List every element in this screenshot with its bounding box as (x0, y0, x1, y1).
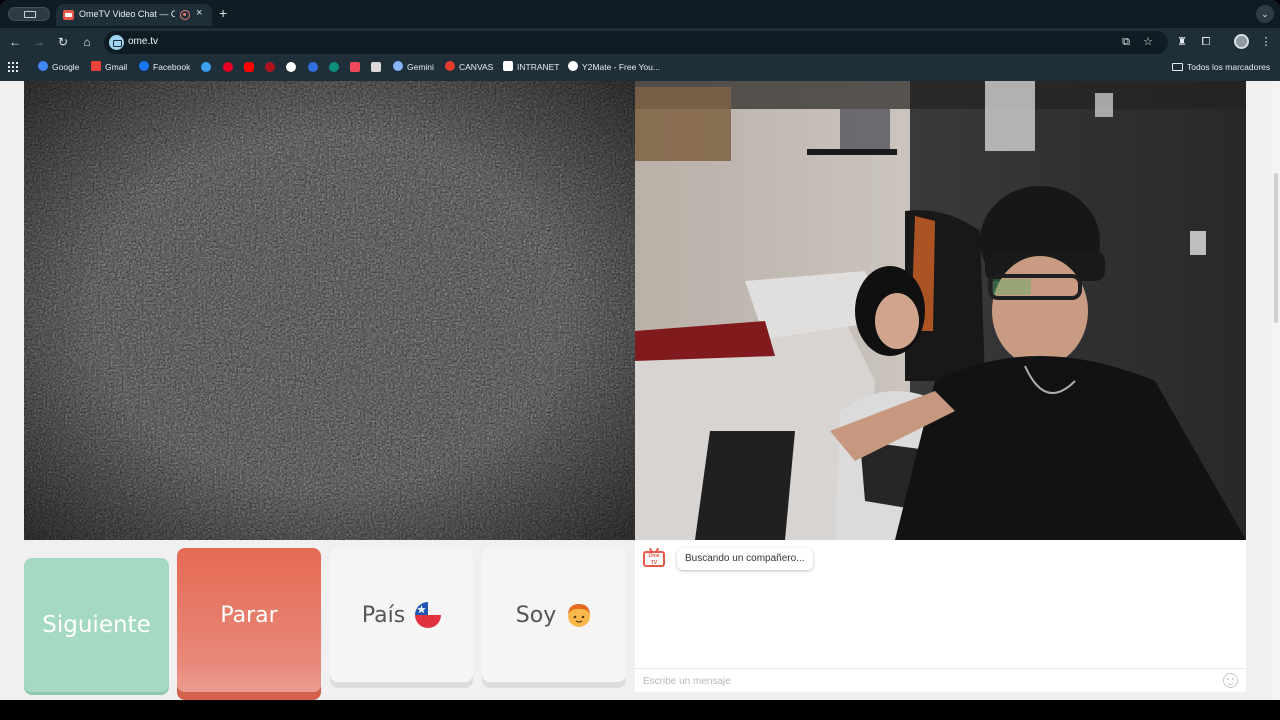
next-button[interactable]: Siguiente (24, 558, 169, 692)
profile-avatar[interactable] (1234, 34, 1249, 49)
bookmark-icon-pink[interactable] (350, 62, 360, 72)
extension-icon[interactable]: ♜ (1176, 36, 1188, 48)
country-filter-button[interactable]: País (330, 548, 473, 682)
emoji-icon[interactable] (1223, 673, 1238, 688)
gender-filter-button[interactable]: Soy (482, 548, 626, 682)
back-arrow-icon[interactable]: ← (8, 35, 22, 49)
partner-video (635, 81, 1246, 540)
ometv-logo-icon: Ome TV (643, 547, 665, 567)
tab-title: OmeTV Video Chat — Ome (79, 9, 175, 19)
bookmark-label: Facebook (153, 62, 191, 72)
bookmark-icon-blue[interactable] (201, 62, 211, 72)
ometv-page: Siguiente Parar País Soy Ome TV Buscando… (0, 81, 1280, 700)
bookmark-facebook[interactable]: Facebook (139, 61, 190, 74)
bookmark-icon-white[interactable] (286, 62, 296, 72)
chat-status-message: Buscando un compañero... (677, 548, 813, 570)
url-text[interactable]: ome.tv (128, 36, 158, 47)
bookmarks-bar: Google Gmail Facebook Gemini CANVAS INTR… (0, 57, 1280, 78)
forward-arrow-icon[interactable]: → (32, 35, 46, 49)
bookmark-icon-green[interactable] (329, 62, 339, 72)
all-bookmarks-button[interactable]: Todos los marcadores (1172, 61, 1270, 74)
gender-label: Soy (515, 602, 557, 628)
install-app-icon[interactable]: ⧉ (1120, 36, 1132, 48)
bookmark-icon-red[interactable] (265, 62, 275, 72)
browser-toolbar: ← → ↻ ⌂ ome.tv ⧉ ☆ ♜ ⧠ ⋮ (0, 28, 1280, 57)
logo-text-top: Ome (648, 553, 660, 559)
bookmark-label: Y2Mate - Free You... (582, 62, 660, 72)
chat-panel: Ome TV Buscando un compañero... (635, 540, 1246, 692)
site-info-icon[interactable] (109, 35, 124, 50)
bookmark-label: Gemini (407, 62, 434, 72)
extensions-puzzle-icon[interactable]: ⧠ (1200, 36, 1212, 48)
page-scrollbar[interactable] (1272, 81, 1280, 700)
apps-grid-icon[interactable] (8, 62, 18, 72)
partner-video-scene (635, 81, 1246, 540)
bookmark-gmail[interactable]: Gmail (91, 61, 127, 74)
static-noise (24, 81, 635, 540)
bookmark-gemini[interactable]: Gemini (393, 61, 434, 74)
tab-strip: OmeTV Video Chat — Ome × + ⌄ (0, 0, 1280, 28)
bookmark-label: Google (52, 62, 80, 72)
bookmark-google[interactable]: Google (38, 61, 79, 74)
more-menu-icon[interactable]: ⋮ (1260, 36, 1272, 48)
bookmark-star-icon[interactable]: ☆ (1142, 36, 1154, 48)
intranet-icon (503, 61, 513, 71)
bookmark-label: Gmail (105, 62, 128, 72)
canvas-icon (445, 61, 455, 71)
logo-text-bottom: TV (650, 559, 658, 566)
gmail-icon (91, 61, 101, 71)
bookmark-canvas[interactable]: CANVAS (445, 61, 493, 74)
reload-icon[interactable]: ↻ (56, 35, 70, 49)
youtube-icon[interactable] (244, 62, 254, 72)
scrollbar-thumb[interactable] (1274, 173, 1278, 323)
y2mate-icon (568, 61, 578, 71)
chat-input-row (635, 668, 1246, 692)
tab-overview-button[interactable] (8, 7, 50, 21)
window-bottom-edge (0, 700, 1280, 720)
tab-search-button[interactable]: ⌄ (1256, 5, 1274, 23)
chile-flag-icon (415, 602, 442, 628)
recording-icon (180, 10, 190, 20)
all-bookmarks-label: Todos los marcadores (1187, 62, 1271, 72)
bookmark-icon-play[interactable] (308, 62, 318, 72)
address-bar[interactable]: ome.tv ⧉ ☆ (104, 31, 1168, 54)
ometv-favicon-icon (63, 10, 74, 20)
tab-ometv[interactable]: OmeTV Video Chat — Ome × (56, 4, 212, 26)
bookmark-icon-gray[interactable] (371, 62, 381, 72)
browser-window: OmeTV Video Chat — Ome × + ⌄ ← → ↻ ⌂ ome… (0, 0, 1280, 720)
google-icon (38, 61, 48, 71)
home-icon[interactable]: ⌂ (80, 35, 94, 49)
country-label: País (361, 602, 406, 628)
window-icon (24, 11, 36, 18)
person-emoji-icon (568, 604, 591, 627)
new-tab-button[interactable]: + (219, 5, 227, 21)
pinterest-icon[interactable] (223, 62, 233, 72)
local-video-static (24, 81, 635, 540)
folder-icon (1172, 63, 1183, 71)
tab-close-icon[interactable]: × (196, 7, 202, 19)
facebook-icon (139, 61, 149, 71)
bookmark-label: INTRANET (517, 62, 560, 72)
bookmark-intranet[interactable]: INTRANET (503, 61, 560, 74)
bookmark-y2mate[interactable]: Y2Mate - Free You... (568, 61, 660, 74)
stop-button[interactable]: Parar (177, 548, 321, 692)
gemini-icon (393, 61, 403, 71)
stop-label: Parar (220, 603, 278, 628)
bookmark-label: CANVAS (459, 62, 494, 72)
message-input[interactable] (643, 673, 1203, 689)
